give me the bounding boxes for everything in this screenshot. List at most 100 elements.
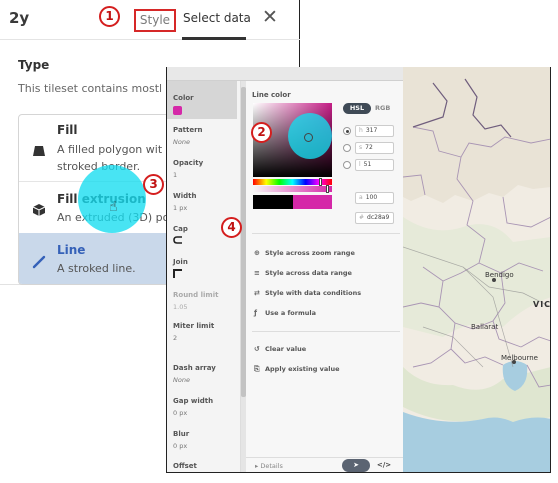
component-key: a xyxy=(359,194,363,201)
prop-value: 1.05 xyxy=(173,303,188,311)
hue-slider-handle[interactable] xyxy=(319,178,322,186)
mode-rgb-button[interactable]: RGB xyxy=(375,103,390,114)
panel-title: 2y xyxy=(9,9,30,27)
formula-icon: ƒ xyxy=(254,309,258,317)
prop-value: 0 px xyxy=(173,409,188,417)
prop-blur[interactable]: Blur 0 px xyxy=(167,430,237,450)
clear-value-button[interactable]: ↺ Clear value xyxy=(254,345,306,353)
radio-button[interactable] xyxy=(343,144,351,152)
color-swatch xyxy=(173,106,182,115)
component-value: 317 xyxy=(365,127,378,134)
details-toggle[interactable]: ▸ Details xyxy=(255,462,283,470)
prop-value: 2 xyxy=(173,334,178,342)
component-value: 51 xyxy=(363,161,372,168)
prop-join[interactable]: Join xyxy=(167,258,237,278)
radio-button[interactable] xyxy=(343,161,351,169)
prop-label: Round limit xyxy=(173,291,219,299)
prop-value: None xyxy=(173,138,190,146)
alpha-input[interactable]: a 100 xyxy=(355,192,394,204)
step-marker-4: 4 xyxy=(221,217,242,238)
step-marker-2: 2 xyxy=(251,122,272,143)
prop-dash-array[interactable]: Dash array None xyxy=(167,364,237,384)
polygon-fill-icon xyxy=(33,146,45,156)
hue-input[interactable]: h 317 xyxy=(355,125,394,137)
section-description: This tileset contains mostl xyxy=(18,82,163,95)
option-title: Line xyxy=(57,243,86,257)
prop-gap-width[interactable]: Gap width 0 px xyxy=(167,397,237,417)
step-marker-3: 3 xyxy=(143,174,164,195)
prop-value: 1 px xyxy=(173,204,188,212)
action-label: Style across data range xyxy=(265,269,352,277)
prop-label: Miter limit xyxy=(173,322,215,330)
style-across-data-button[interactable]: ≡ Style across data range xyxy=(254,269,352,277)
component-value: 72 xyxy=(365,144,373,151)
saturation-input[interactable]: s 72 xyxy=(355,142,394,154)
action-label: Apply existing value xyxy=(265,365,340,373)
map-canvas: Bendigo VICT Ballarat Melbourne xyxy=(403,67,550,472)
prop-label: Color xyxy=(173,94,194,102)
prop-label: Gap width xyxy=(173,397,214,405)
component-value: dc28a9 xyxy=(367,214,390,221)
prop-label: Blur xyxy=(173,430,190,438)
style-across-zoom-button[interactable]: ⊕ Style across zoom range xyxy=(254,249,355,257)
prop-value: 0 px xyxy=(173,442,188,450)
prop-label: Pattern xyxy=(173,126,203,134)
hue-component: h 317 xyxy=(343,125,398,137)
zoom-range-icon: ⊕ xyxy=(254,249,260,257)
style-with-conditions-button[interactable]: ⇄ Style with data conditions xyxy=(254,289,361,297)
style-panel-footer: ▸ Details ➤ </> xyxy=(246,457,403,472)
current-color-swatch xyxy=(293,195,332,209)
picker-cursor-icon xyxy=(304,133,313,142)
property-list: Color Pattern None Opacity 1 Width 1 px … xyxy=(167,81,241,472)
active-tab-indicator xyxy=(182,37,246,40)
mode-hsl-button[interactable]: HSL xyxy=(343,103,371,114)
lightness-input[interactable]: l 51 xyxy=(355,159,394,171)
prop-offset[interactable]: Offset xyxy=(167,462,237,470)
map-label-melbourne: Melbourne xyxy=(501,354,538,362)
tab-style[interactable]: Style xyxy=(134,9,176,32)
map-view[interactable]: Bendigo VICT Ballarat Melbourne xyxy=(403,67,551,473)
prop-round-limit: Round limit 1.05 xyxy=(167,291,237,311)
option-description: A filled polygon wit xyxy=(57,143,163,156)
prop-opacity[interactable]: Opacity 1 xyxy=(167,159,237,179)
cap-round-icon xyxy=(173,236,182,244)
divider xyxy=(252,331,400,332)
apply-existing-button[interactable]: ⎘ Apply existing value xyxy=(254,365,340,374)
panel-header: 2y Style Select data ✕ xyxy=(0,0,300,40)
step-marker-1: 1 xyxy=(99,6,120,27)
action-label: Style across zoom range xyxy=(265,249,355,257)
component-key: h xyxy=(359,127,363,134)
prop-miter-limit[interactable]: Miter limit 2 xyxy=(167,322,237,342)
prop-label: Opacity xyxy=(173,159,204,167)
cursor-icon[interactable]: ➤ xyxy=(342,459,370,472)
prop-color[interactable]: Color xyxy=(167,81,237,119)
radio-button[interactable] xyxy=(343,127,351,135)
code-icon[interactable]: </> xyxy=(376,459,392,472)
previous-color-swatch xyxy=(253,195,293,209)
prop-value: None xyxy=(173,376,190,384)
prop-value: 1 xyxy=(173,171,178,179)
use-formula-button[interactable]: ƒ Use a formula xyxy=(254,309,316,317)
alpha-slider-handle[interactable] xyxy=(326,185,329,193)
lightness-component: l 51 xyxy=(343,159,398,171)
hex-input[interactable]: # dc28a9 xyxy=(355,212,394,224)
data-range-icon: ≡ xyxy=(254,269,260,277)
prop-width[interactable]: Width 1 px xyxy=(167,192,237,212)
tab-select-data[interactable]: Select data xyxy=(183,11,251,25)
data-conditions-icon: ⇄ xyxy=(254,289,260,297)
line-color-label: Line color xyxy=(252,91,291,99)
action-label: Clear value xyxy=(265,345,307,353)
clear-icon: ↺ xyxy=(254,345,260,353)
alpha-slider[interactable] xyxy=(253,186,332,192)
line-icon xyxy=(32,255,46,269)
action-label: Use a formula xyxy=(265,309,316,317)
saturation-component: s 72 xyxy=(343,142,398,154)
hand-cursor-icon: ☝ xyxy=(109,199,118,215)
style-panel: Color Pattern None Opacity 1 Width 1 px … xyxy=(166,67,403,473)
close-icon[interactable]: ✕ xyxy=(262,6,278,28)
map-label-bendigo: Bendigo xyxy=(485,271,514,279)
component-key: l xyxy=(359,161,361,168)
style-panel-header xyxy=(167,67,403,81)
prop-pattern[interactable]: Pattern None xyxy=(167,126,237,146)
section-title: Type xyxy=(18,58,50,72)
